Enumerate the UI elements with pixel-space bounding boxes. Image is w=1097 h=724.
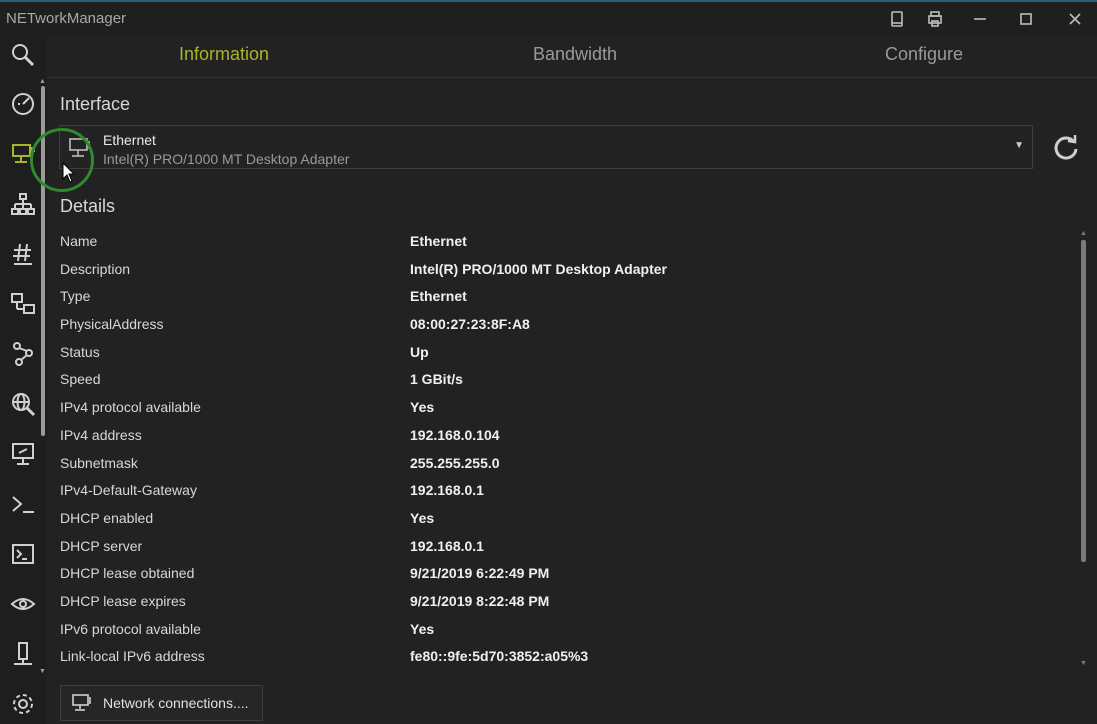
- tab-configure[interactable]: Configure: [885, 44, 963, 65]
- detail-key: Subnetmask: [60, 454, 138, 471]
- interface-dropdown[interactable]: Ethernet Intel(R) PRO/1000 MT Desktop Ad…: [59, 125, 1033, 169]
- detail-value: Yes: [410, 399, 435, 416]
- detail-row: IPv4 protocol available Yes: [60, 393, 1070, 421]
- detail-key: Link-local IPv6 address: [60, 648, 205, 665]
- detail-value: 08:00:27:23:8F:A8: [410, 316, 530, 333]
- close-button[interactable]: [1061, 6, 1089, 32]
- detail-key: IPv4 address: [60, 426, 142, 443]
- tab-bandwidth[interactable]: Bandwidth: [533, 44, 617, 65]
- detail-row: PhysicalAddress 08:00:27:23:8F:A8: [60, 310, 1070, 338]
- network-connections-button[interactable]: Network connections....: [60, 685, 263, 721]
- detail-row: DHCP enabled Yes: [60, 504, 1070, 532]
- documentation-icon[interactable]: [883, 6, 911, 32]
- detail-value: fe80::9fe:5d70:3852:a05%3: [410, 648, 589, 665]
- details-section-title: Details: [60, 196, 116, 216]
- detail-row: Speed 1 GBit/s: [60, 365, 1070, 393]
- detail-key: PhysicalAddress: [60, 316, 164, 333]
- detail-value: Yes: [410, 620, 435, 637]
- hash-icon[interactable]: [8, 239, 38, 269]
- sidebar-scroll-down-icon[interactable]: ▼: [39, 668, 46, 675]
- detail-key: Name: [60, 233, 98, 249]
- connected-computers-icon[interactable]: [8, 289, 38, 319]
- detail-row: Status Up: [60, 338, 1070, 366]
- detail-key: IPv4-Default-Gateway: [60, 482, 197, 499]
- network-card-icon: [72, 694, 91, 711]
- detail-row: Description Intel(R) PRO/1000 MT Desktop …: [60, 255, 1070, 283]
- details-scroll-down-icon[interactable]: ▼: [1080, 660, 1087, 667]
- detail-value: Ethernet: [410, 233, 467, 249]
- tab-bar: Information Bandwidth Configure: [47, 36, 1097, 78]
- detail-row: DHCP server 192.168.0.1: [60, 532, 1070, 560]
- details-scroll-up-icon[interactable]: ▲: [1080, 230, 1087, 237]
- detail-key: Speed: [60, 371, 101, 388]
- interface-name: Ethernet: [103, 132, 156, 148]
- detail-row: IPv4 address 192.168.0.104: [60, 421, 1070, 449]
- interface-description: Intel(R) PRO/1000 MT Desktop Adapter: [103, 151, 350, 167]
- detail-value: 9/21/2019 8:22:48 PM: [410, 592, 550, 609]
- detail-row: Link-local IPv6 address fe80::9fe:5d70:38…: [60, 642, 1070, 670]
- chevron-down-icon[interactable]: ▼: [1014, 140, 1024, 151]
- detail-value: 192.168.0.104: [410, 426, 500, 443]
- detail-key: IPv6 protocol available: [60, 620, 201, 637]
- detail-value: 255.255.255.0: [410, 454, 500, 471]
- detail-value: Yes: [410, 509, 435, 526]
- detail-value: Intel(R) PRO/1000 MT Desktop Adapter: [410, 260, 667, 277]
- detail-row: DHCP lease obtained 9/21/2019 6:22:49 PM: [60, 559, 1070, 587]
- detail-key: Description: [60, 260, 131, 277]
- network-connections-label: Network connections....: [103, 695, 249, 711]
- title-bar: NETworkManager: [0, 0, 1097, 36]
- detail-row: IPv6 protocol available Yes: [60, 615, 1070, 643]
- search-icon[interactable]: [8, 40, 38, 70]
- network-tree-icon[interactable]: [8, 189, 38, 219]
- detail-key: DHCP lease obtained: [60, 565, 195, 582]
- eye-icon[interactable]: [8, 589, 38, 619]
- interface-section-title: Interface: [60, 94, 131, 114]
- terminal-icon[interactable]: [8, 539, 38, 569]
- detail-value: 192.168.0.1: [410, 537, 484, 554]
- detail-row: Type Ethernet: [60, 282, 1070, 310]
- gear-icon[interactable]: [8, 689, 38, 719]
- detail-value: 1 GBit/s: [410, 371, 463, 388]
- route-icon[interactable]: [8, 339, 38, 369]
- settings-window-icon[interactable]: [921, 6, 949, 32]
- prompt-icon[interactable]: [8, 489, 38, 519]
- detail-key: DHCP lease expires: [60, 592, 186, 609]
- maximize-button[interactable]: [1012, 6, 1040, 32]
- globe-search-icon[interactable]: [8, 389, 38, 419]
- mouse-cursor-icon: [62, 162, 76, 183]
- remote-desktop-icon[interactable]: [8, 439, 38, 469]
- detail-value: 192.168.0.1: [410, 482, 484, 499]
- detail-value: 9/21/2019 6:22:49 PM: [410, 565, 550, 582]
- detail-key: Status: [60, 343, 100, 360]
- tab-information[interactable]: Information: [179, 44, 269, 65]
- detail-key: Type: [60, 288, 91, 305]
- detail-key: DHCP server: [60, 537, 143, 554]
- sidebar-scroll-up-icon[interactable]: ▲: [39, 78, 46, 85]
- refresh-icon: [1054, 135, 1078, 160]
- speedometer-icon[interactable]: [8, 89, 38, 119]
- server-icon[interactable]: [8, 639, 38, 669]
- minimize-button[interactable]: [966, 6, 994, 32]
- details-table: Name Ethernet Description Intel(R) PRO/100…: [60, 227, 1070, 670]
- detail-row: IPv4-Default-Gateway 192.168.0.1: [60, 476, 1070, 504]
- details-scrollbar[interactable]: [1081, 240, 1086, 562]
- detail-row: Subnetmask 255.255.255.0: [60, 449, 1070, 477]
- app-title: NETworkManager: [6, 10, 127, 27]
- refresh-button[interactable]: [1050, 131, 1082, 163]
- detail-key: IPv4 protocol available: [60, 399, 201, 416]
- detail-value: Ethernet: [410, 288, 467, 305]
- detail-value: Up: [410, 343, 429, 360]
- detail-row: DHCP lease expires 9/21/2019 8:22:48 PM: [60, 587, 1070, 615]
- detail-row: Name Ethernet: [60, 227, 1070, 255]
- detail-key: DHCP enabled: [60, 509, 154, 526]
